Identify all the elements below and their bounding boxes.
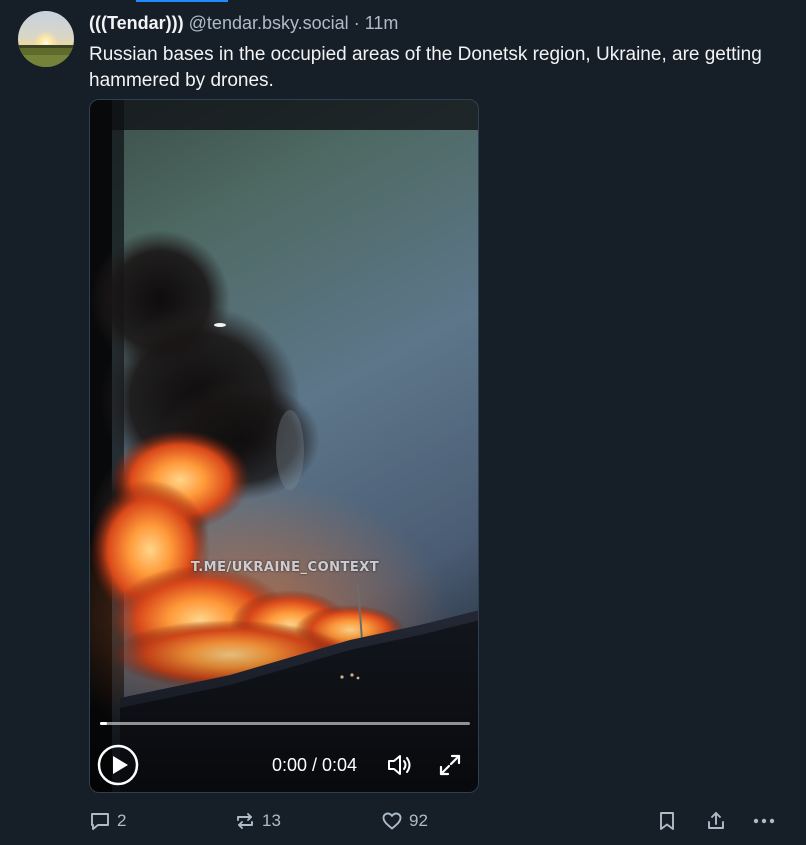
author-handle[interactable]: @tendar.bsky.social [189, 13, 349, 33]
post-card[interactable]: (((Tendar))) @tendar.bsky.social · 11m R… [0, 0, 806, 845]
reply-count: 2 [117, 811, 127, 830]
more-options-button[interactable] [752, 809, 776, 833]
avatar-sunset-image [18, 11, 74, 67]
share-button[interactable] [705, 809, 727, 833]
author-display-name[interactable]: (((Tendar))) [89, 13, 184, 33]
play-circle-icon [97, 744, 139, 786]
active-tab-indicator [136, 0, 228, 2]
post-header: (((Tendar))) @tendar.bsky.social · 11m [89, 12, 398, 34]
video-watermark: T.ME/UKRAINE_CONTEXT [190, 560, 380, 575]
post-text: Russian bases in the occupied areas of t… [89, 44, 762, 91]
like-count: 92 [409, 811, 428, 830]
avatar[interactable] [18, 11, 74, 67]
repost-arrows-icon [237, 813, 253, 829]
more-dots-icon [753, 818, 775, 824]
share-upload-icon [708, 812, 724, 829]
speech-bubble-icon [91, 813, 109, 830]
bookmark-icon [660, 812, 674, 830]
play-button[interactable] [97, 744, 139, 786]
video-frame [90, 100, 478, 792]
video-time: 0:00 / 0:04 [272, 755, 358, 775]
like-button[interactable]: 92 [381, 809, 428, 833]
repost-button[interactable]: 13 [234, 809, 281, 833]
video-progress-bar[interactable] [100, 722, 470, 725]
fullscreen-arrows-icon [439, 754, 461, 776]
bookmark-button[interactable] [656, 809, 678, 833]
video-player[interactable]: T.ME/UKRAINE_CONTEXT 0:00 / 0:04 [89, 99, 479, 793]
speaker-icon [388, 755, 411, 775]
fullscreen-button[interactable] [438, 753, 462, 777]
header-separator: · [353, 13, 360, 33]
reply-button[interactable]: 2 [89, 809, 126, 833]
video-progress-fill [100, 722, 108, 725]
heart-icon [382, 812, 402, 830]
post-timestamp[interactable]: 11m [365, 13, 399, 33]
repost-count: 13 [262, 811, 281, 830]
mute-button[interactable] [386, 752, 414, 778]
